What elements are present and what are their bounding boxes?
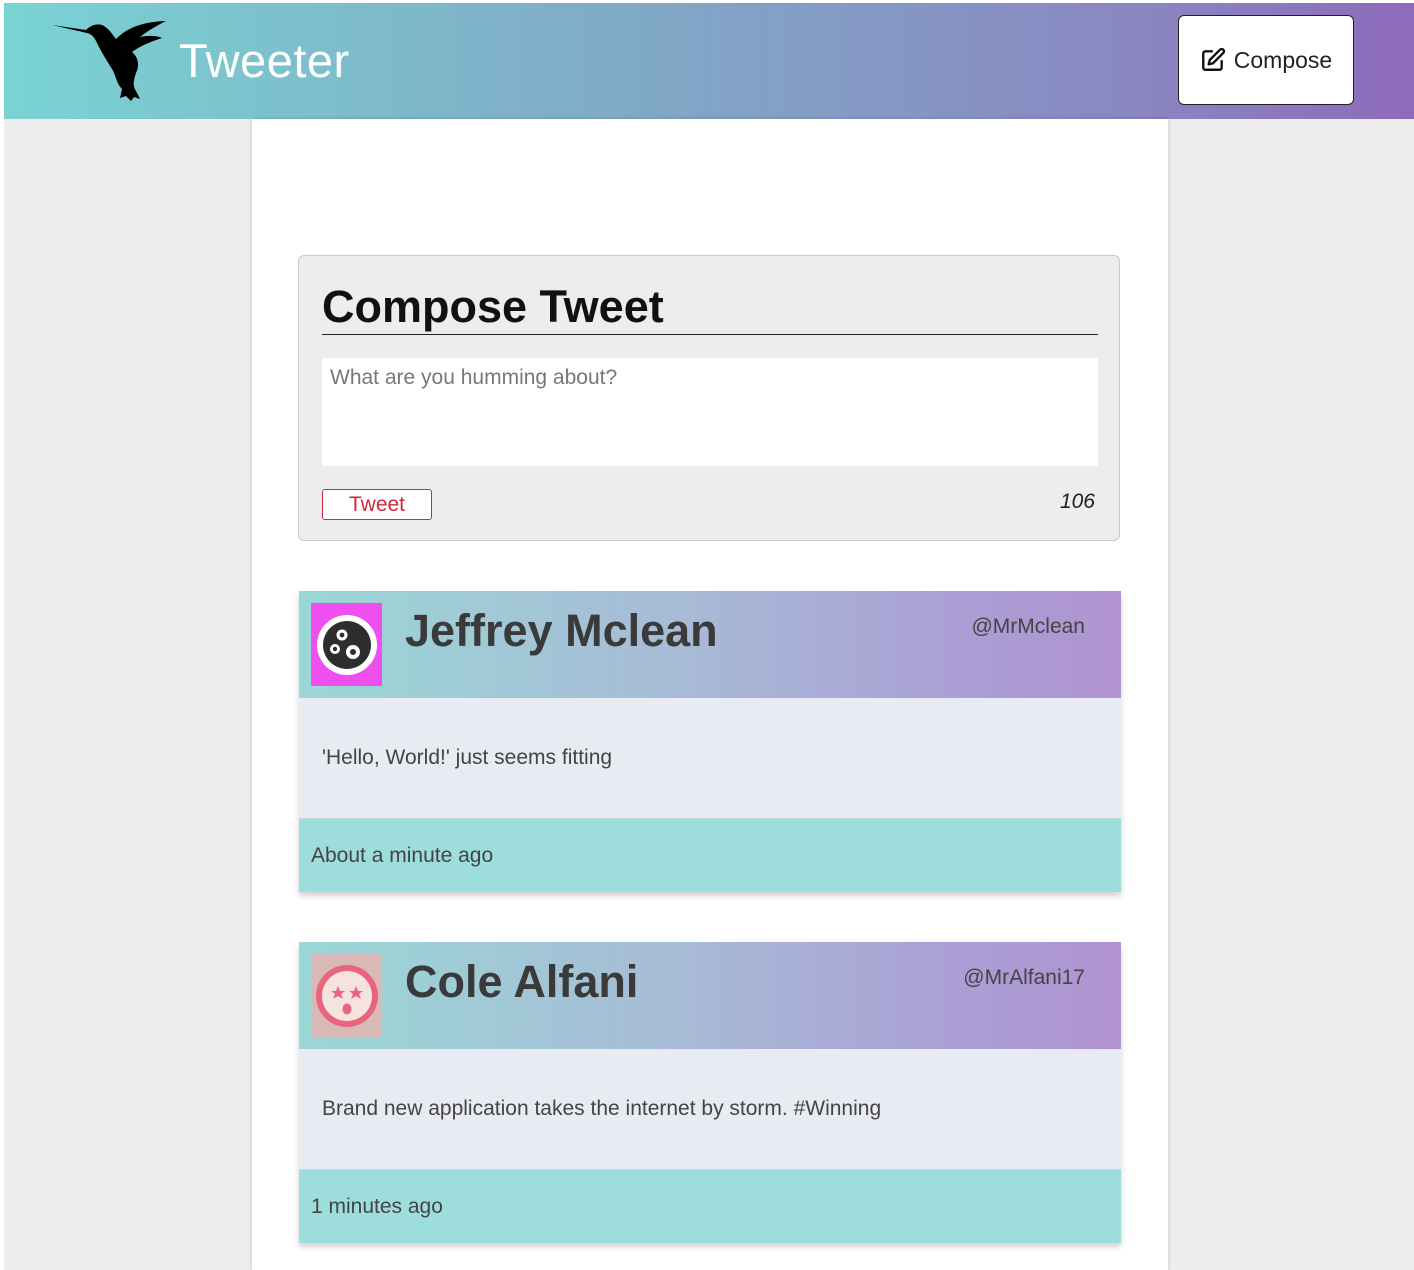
- brand-title[interactable]: Tweeter: [179, 33, 350, 89]
- tweet-text: 'Hello, World!' just seems fitting: [299, 698, 1121, 818]
- tweet-card: Cole Alfani @MrAlfani17 Brand new applic…: [299, 942, 1121, 1243]
- compose-tweet-panel: Compose Tweet Tweet 106: [298, 255, 1120, 541]
- tweet-header: Jeffrey Mclean @MrMclean: [299, 591, 1121, 698]
- tweet-card: Jeffrey Mclean @MrMclean 'Hello, World!'…: [299, 591, 1121, 892]
- tweet-author-name: Jeffrey Mclean: [405, 605, 718, 656]
- tweet-author-handle: @MrMclean: [971, 615, 1085, 638]
- tweet-text: Brand new application takes the internet…: [299, 1049, 1121, 1169]
- face-avatar-icon: [311, 603, 382, 686]
- compose-button-label: Compose: [1233, 46, 1333, 73]
- tweet-header: Cole Alfani @MrAlfani17: [299, 942, 1121, 1049]
- hummingbird-icon[interactable]: [52, 17, 166, 101]
- tweet-button[interactable]: Tweet: [322, 489, 432, 520]
- compose-button[interactable]: Compose: [1178, 15, 1354, 105]
- tweet-author-handle: @MrAlfani17: [963, 966, 1085, 989]
- tweet-timestamp: 1 minutes ago: [299, 1169, 1121, 1243]
- main-container: Compose Tweet Tweet 106 Jeffrey Mclean @…: [252, 119, 1168, 1270]
- left-edge: [0, 0, 4, 1270]
- tweet-input[interactable]: [322, 358, 1098, 466]
- compose-title: Compose Tweet: [322, 284, 1098, 335]
- character-counter: 106: [1059, 490, 1095, 513]
- tweet-author-name: Cole Alfani: [405, 956, 639, 1007]
- top-navbar: Tweeter Compose: [4, 3, 1414, 119]
- tweet-timestamp: About a minute ago: [299, 818, 1121, 892]
- edit-icon: [1201, 47, 1225, 71]
- star-eyes-avatar-icon: [311, 954, 382, 1037]
